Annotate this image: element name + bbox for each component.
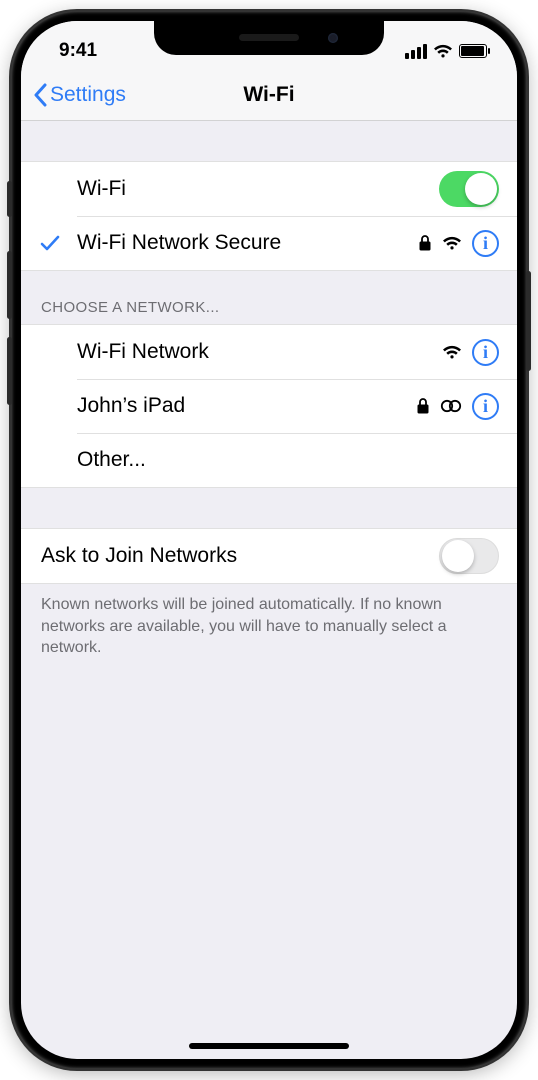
phone-frame: 9:41 Sett (11, 11, 527, 1069)
available-networks-group: Wi-Fi Network i John (21, 324, 517, 488)
wifi-signal-icon (442, 235, 462, 251)
silent-switch (7, 181, 12, 217)
chevron-left-icon (33, 83, 48, 107)
back-button[interactable]: Settings (33, 83, 126, 107)
ask-to-join-toggle[interactable] (439, 538, 499, 574)
personal-hotspot-icon (440, 399, 462, 413)
choose-network-header: CHOOSE A NETWORK... (21, 271, 517, 324)
navigation-bar: Settings Wi-Fi (21, 69, 517, 121)
other-label: Other... (77, 448, 499, 472)
ask-to-join-group: Ask to Join Networks (21, 528, 517, 584)
home-indicator[interactable] (189, 1043, 349, 1049)
lock-icon (418, 234, 432, 252)
connected-network-row[interactable]: Wi-Fi Network Secure i (21, 216, 517, 270)
cellular-signal-icon (405, 44, 427, 59)
ask-to-join-label: Ask to Join Networks (41, 544, 439, 568)
ask-to-join-row: Ask to Join Networks (21, 529, 517, 583)
network-name: Wi-Fi Network (77, 340, 442, 364)
connected-network-name: Wi-Fi Network Secure (77, 231, 418, 255)
info-button[interactable]: i (472, 393, 499, 420)
battery-icon (459, 44, 487, 58)
checkmark-icon (39, 232, 61, 254)
info-button[interactable]: i (472, 230, 499, 257)
info-button[interactable]: i (472, 339, 499, 366)
ask-to-join-footer: Known networks will be joined automatica… (21, 584, 517, 659)
status-time: 9:41 (59, 40, 97, 62)
other-network-row[interactable]: Other... (21, 433, 517, 487)
wifi-toggle-label: Wi-Fi (77, 177, 439, 201)
power-button (526, 271, 531, 371)
volume-down-button (7, 337, 12, 405)
volume-up-button (7, 251, 12, 319)
wifi-toggle-group: Wi-Fi Wi-Fi Network Secure (21, 161, 517, 271)
lock-icon (416, 397, 430, 415)
network-name: John’s iPad (77, 394, 416, 418)
wifi-status-icon (433, 43, 453, 59)
network-row[interactable]: Wi-Fi Network i (21, 325, 517, 379)
phone-notch (154, 21, 384, 55)
back-label: Settings (50, 83, 126, 107)
wifi-toggle[interactable] (439, 171, 499, 207)
wifi-signal-icon (442, 344, 462, 360)
wifi-toggle-row: Wi-Fi (21, 162, 517, 216)
network-row[interactable]: John’s iPad i (21, 379, 517, 433)
